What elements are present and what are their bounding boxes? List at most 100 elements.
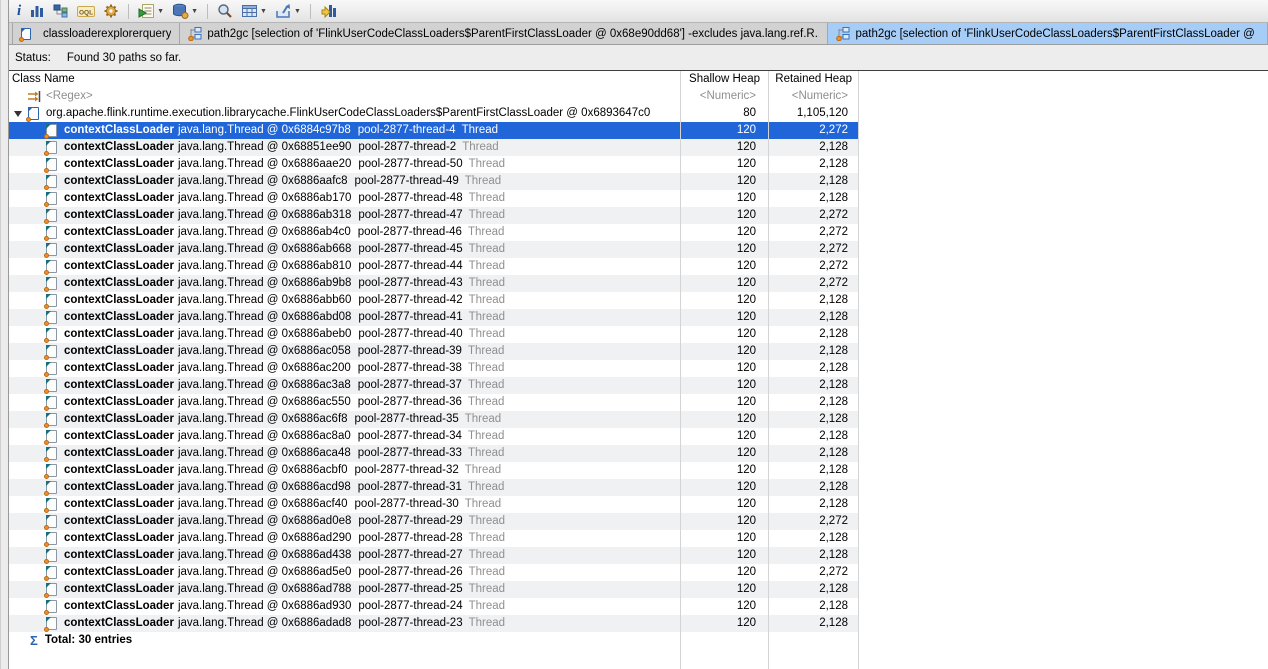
- table-row-thread[interactable]: contextClassLoader java.lang.Thread @ 0x…: [9, 241, 858, 258]
- calculator-icon[interactable]: ▼: [238, 1, 270, 21]
- column-divider[interactable]: [858, 71, 859, 669]
- retained-numeric-filter-input[interactable]: <Numeric>: [768, 88, 858, 105]
- thread-object-icon: [46, 617, 57, 630]
- row-field-name: contextClassLoader: [64, 564, 174, 581]
- root-shallow-heap: 80: [680, 105, 768, 122]
- table-row-thread[interactable]: contextClassLoader java.lang.Thread @ 0x…: [9, 598, 858, 615]
- table-row-thread[interactable]: contextClassLoader java.lang.Thread @ 0x…: [9, 377, 858, 394]
- search-icon[interactable]: [214, 1, 236, 21]
- row-type-label: Thread: [469, 581, 505, 598]
- compare-heapdump-icon[interactable]: [317, 1, 340, 21]
- table-row-thread[interactable]: contextClassLoader java.lang.Thread @ 0x…: [9, 224, 858, 241]
- row-type-label: Thread: [469, 513, 505, 530]
- thread-object-icon: [46, 209, 57, 222]
- table-row-thread[interactable]: contextClassLoader java.lang.Thread @ 0x…: [9, 326, 858, 343]
- row-type-label: Thread: [469, 530, 505, 547]
- tab-classloaderexplorerquery[interactable]: classloaderexplorerquery: [12, 23, 180, 44]
- column-header-shallow-heap[interactable]: Shallow Heap: [680, 71, 768, 88]
- row-retained-heap: 2,128: [768, 190, 858, 207]
- table-row-thread[interactable]: contextClassLoader java.lang.Thread @ 0x…: [9, 190, 858, 207]
- row-type-label: Thread: [469, 258, 505, 275]
- table-row-thread[interactable]: contextClassLoader java.lang.Thread @ 0x…: [9, 445, 858, 462]
- thread-object-icon: [46, 481, 57, 494]
- thread-object-icon: [46, 277, 57, 290]
- table-row-thread[interactable]: contextClassLoader java.lang.Thread @ 0x…: [9, 360, 858, 377]
- oql-icon[interactable]: OQL: [74, 1, 98, 21]
- root-classloader-row[interactable]: org.apache.flink.runtime.execution.libra…: [9, 105, 858, 122]
- table-row-thread[interactable]: contextClassLoader java.lang.Thread @ 0x…: [9, 258, 858, 275]
- row-object-text: java.lang.Thread @ 0x6886ad290: [178, 530, 351, 547]
- row-object-text: java.lang.Thread @ 0x6886ab668: [178, 241, 351, 258]
- row-shallow-heap: 120: [680, 394, 768, 411]
- row-field-name: contextClassLoader: [64, 428, 174, 445]
- thread-object-icon: [46, 600, 57, 613]
- export-icon[interactable]: ▼: [272, 1, 304, 21]
- table-row-thread[interactable]: contextClassLoader java.lang.Thread @ 0x…: [9, 275, 858, 292]
- table-row-thread[interactable]: contextClassLoader java.lang.Thread @ 0x…: [9, 139, 858, 156]
- table-row-thread[interactable]: contextClassLoader java.lang.Thread @ 0x…: [9, 547, 858, 564]
- table-row-thread[interactable]: contextClassLoader java.lang.Thread @ 0x…: [9, 581, 858, 598]
- row-shallow-heap: 120: [680, 139, 768, 156]
- table-row-thread[interactable]: contextClassLoader java.lang.Thread @ 0x…: [9, 479, 858, 496]
- column-header-class-name[interactable]: Class Name: [9, 71, 680, 88]
- table-row-thread[interactable]: contextClassLoader java.lang.Thread @ 0x…: [9, 173, 858, 190]
- table-row-thread[interactable]: contextClassLoader java.lang.Thread @ 0x…: [9, 394, 858, 411]
- row-object-text: java.lang.Thread @ 0x6886ac200: [178, 360, 351, 377]
- row-object-text: java.lang.Thread @ 0x6886ab810: [178, 258, 351, 275]
- row-type-label: Thread: [465, 496, 501, 513]
- query-browser-icon[interactable]: ▼: [135, 1, 167, 21]
- row-type-label: Thread: [469, 564, 505, 581]
- table-row-thread[interactable]: contextClassLoader java.lang.Thread @ 0x…: [9, 411, 858, 428]
- table-row-thread[interactable]: contextClassLoader java.lang.Thread @ 0x…: [9, 462, 858, 479]
- table-row-thread[interactable]: contextClassLoader java.lang.Thread @ 0x…: [9, 207, 858, 224]
- thread-object-icon: [46, 396, 57, 409]
- table-row-thread[interactable]: contextClassLoader java.lang.Thread @ 0x…: [9, 564, 858, 581]
- row-thread-name: pool-2877-thread-23: [358, 615, 462, 632]
- column-divider[interactable]: [680, 71, 681, 669]
- thread-object-icon: [46, 192, 57, 205]
- row-retained-heap: 2,272: [768, 275, 858, 292]
- table-row-thread[interactable]: contextClassLoader java.lang.Thread @ 0x…: [9, 343, 858, 360]
- dominator-tree-icon[interactable]: [50, 1, 72, 21]
- heap-dump-details-icon[interactable]: ▼: [169, 1, 201, 21]
- row-type-label: Thread: [468, 394, 504, 411]
- column-divider[interactable]: [768, 71, 769, 669]
- row-thread-name: pool-2877-thread-40: [358, 326, 462, 343]
- row-field-name: contextClassLoader: [64, 139, 174, 156]
- table-row-thread[interactable]: contextClassLoader java.lang.Thread @ 0x…: [9, 156, 858, 173]
- expert-gear-icon[interactable]: [100, 1, 122, 21]
- row-field-name: contextClassLoader: [64, 207, 174, 224]
- table-row-thread[interactable]: contextClassLoader java.lang.Thread @ 0x…: [9, 513, 858, 530]
- toolbar-separator: [207, 4, 208, 19]
- histogram-icon[interactable]: [26, 1, 48, 21]
- row-field-name: contextClassLoader: [64, 547, 174, 564]
- table-row-thread[interactable]: contextClassLoader java.lang.Thread @ 0x…: [9, 615, 858, 632]
- table-row-thread[interactable]: contextClassLoader java.lang.Thread @ 0x…: [9, 292, 858, 309]
- table-row-thread[interactable]: contextClassLoader java.lang.Thread @ 0x…: [9, 309, 858, 326]
- table-row-thread[interactable]: contextClassLoader java.lang.Thread @ 0x…: [9, 496, 858, 513]
- tab-path2gc-2-active[interactable]: path2gc [selection of 'FlinkUserCodeClas…: [828, 23, 1268, 44]
- filter-row: <Regex> <Numeric> <Numeric>: [9, 88, 858, 105]
- thread-object-icon: [46, 532, 57, 545]
- row-thread-name: pool-2877-thread-38: [358, 360, 462, 377]
- column-header-retained-heap[interactable]: Retained Heap: [768, 71, 858, 88]
- row-type-label: Thread: [468, 360, 504, 377]
- tab-path2gc-1[interactable]: path2gc [selection of 'FlinkUserCodeClas…: [180, 23, 828, 44]
- row-thread-name: pool-2877-thread-43: [358, 275, 462, 292]
- row-retained-heap: 2,272: [768, 207, 858, 224]
- table-row-thread[interactable]: contextClassLoader java.lang.Thread @ 0x…: [9, 428, 858, 445]
- row-shallow-heap: 120: [680, 496, 768, 513]
- shallow-numeric-filter-input[interactable]: <Numeric>: [680, 88, 768, 105]
- expand-collapse-caret-icon[interactable]: [14, 111, 22, 117]
- table-row-thread[interactable]: contextClassLoader java.lang.Thread @ 0x…: [9, 530, 858, 547]
- table-row-thread[interactable]: contextClassLoader java.lang.Thread @ 0x…: [9, 122, 858, 139]
- thread-object-icon: [46, 124, 57, 137]
- result-table: Class Name Shallow Heap Retained Heap <R…: [9, 71, 1268, 669]
- left-sash[interactable]: [0, 0, 9, 669]
- regex-filter-input[interactable]: <Regex>: [46, 88, 93, 105]
- row-field-name: contextClassLoader: [64, 377, 174, 394]
- row-object-text: java.lang.Thread @ 0x6886ad5e0: [178, 564, 351, 581]
- row-object-text: java.lang.Thread @ 0x6886ad930: [178, 598, 351, 615]
- info-icon[interactable]: i: [14, 1, 24, 21]
- row-retained-heap: 2,128: [768, 343, 858, 360]
